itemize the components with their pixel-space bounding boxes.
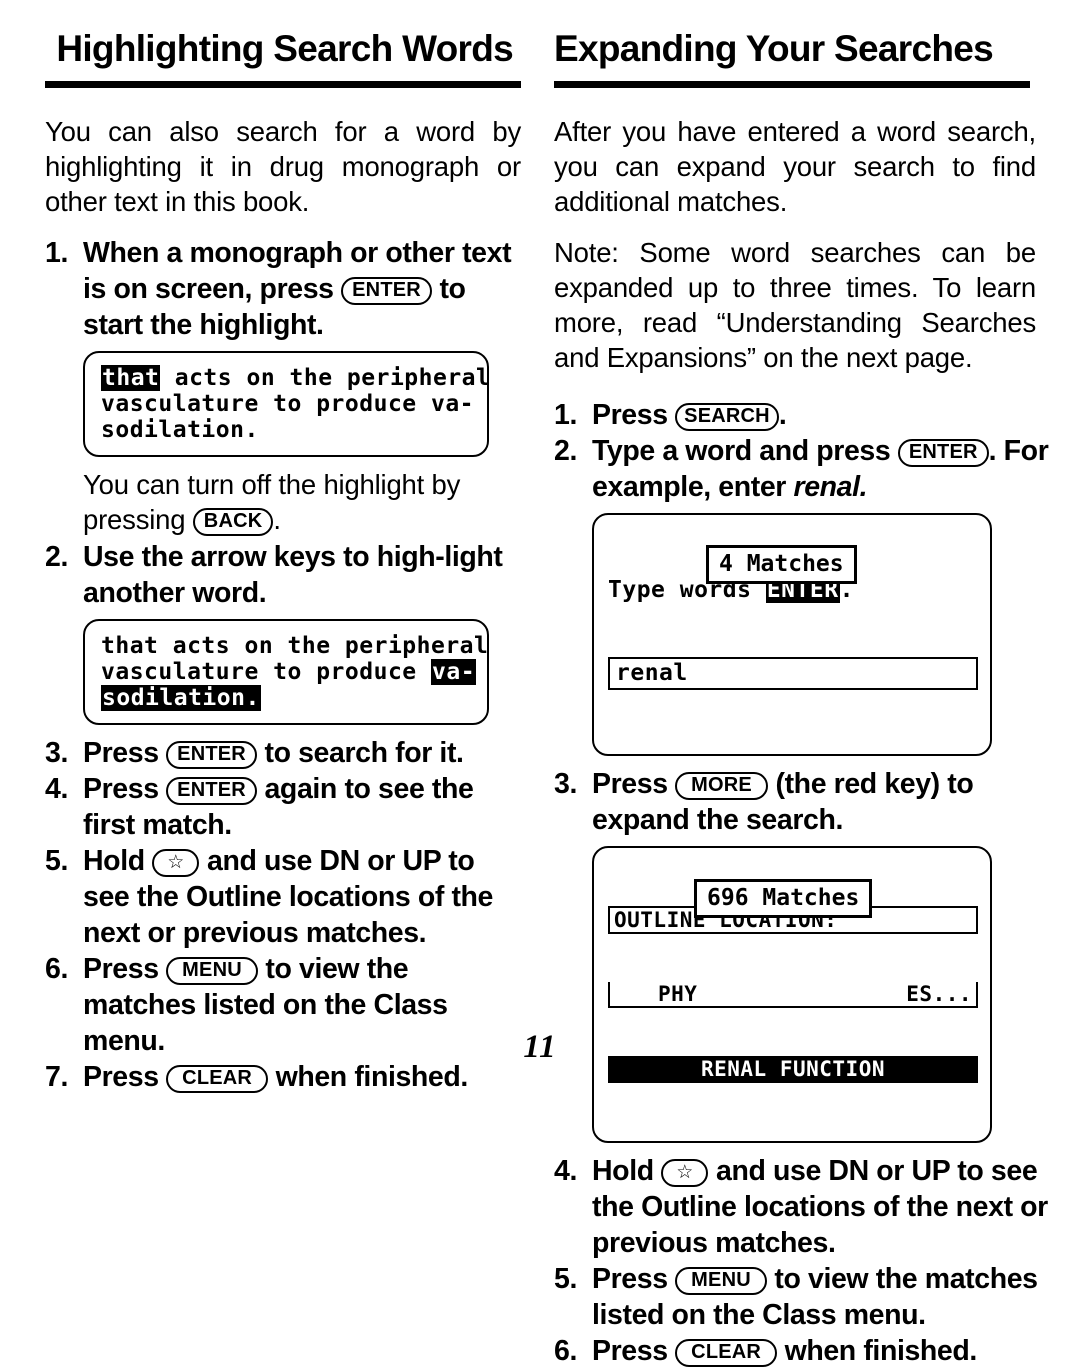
lcd-outline-row-1: PHY ES... <box>608 982 978 1008</box>
step-number: 5. <box>45 845 68 877</box>
step-number: 4. <box>554 1155 577 1187</box>
step-text-fragment: Type a word and press <box>592 435 898 467</box>
lcd-line-2-plain: vasculature to produce <box>101 659 431 685</box>
title-rule-right <box>554 81 1030 88</box>
step-text-fragment: Press <box>592 1335 676 1367</box>
note-text-after: . <box>273 504 281 535</box>
steps-list-left: 1. When a monograph or other text is on … <box>45 235 517 1095</box>
page-title-right: Expanding Your Searches <box>554 28 994 69</box>
step-text: Use the arrow keys to high-light another… <box>83 541 503 609</box>
step-item: 1. Press SEARCH. <box>554 397 1052 433</box>
star-key-icon[interactable]: ☆ <box>661 1159 709 1187</box>
example-word: renal. <box>793 471 868 503</box>
key-more[interactable]: MORE <box>675 772 768 800</box>
step-text-fragment: Press <box>592 399 676 431</box>
step-text: Hold ☆ and use DN or UP to see the Outli… <box>592 1153 1052 1261</box>
lcd-outline-row-1-left: PHY <box>658 982 698 1006</box>
key-menu[interactable]: MENU <box>675 1267 767 1295</box>
lcd-highlighted-fragment: va- <box>431 659 477 685</box>
right-column: Expanding Your Searches After you have e… <box>522 28 1080 1369</box>
step-number: 3. <box>45 737 68 769</box>
key-enter[interactable]: ENTER <box>897 439 989 467</box>
step-text-fragment: . <box>778 399 787 431</box>
lcd-line-1: that acts on the peripheral <box>101 633 489 659</box>
note-paragraph-right: Note: Some word searches can be expanded… <box>554 237 1036 373</box>
step-number: 5. <box>554 1263 577 1295</box>
step-text: Type a word and press ENTER. For example… <box>592 433 1052 505</box>
intro-paragraph-left: You can also search for a word by highli… <box>45 116 521 217</box>
step-number: 1. <box>45 237 68 269</box>
step-number: 2. <box>554 435 577 467</box>
lcd-highlighted-word: sodilation. <box>101 685 261 711</box>
key-clear[interactable]: CLEAR <box>675 1339 778 1367</box>
step-text: Press CLEAR when finished. <box>592 1333 1052 1369</box>
step-text: Press SEARCH. <box>592 397 1052 433</box>
key-clear[interactable]: CLEAR <box>166 1065 269 1093</box>
lcd-screen-highlight-vasodilation: that acts on the peripheral vasculature … <box>83 619 489 725</box>
step-item: 3. Press MORE (the red key) to expand th… <box>554 766 1052 838</box>
key-enter[interactable]: ENTER <box>341 277 432 305</box>
step-text-fragment: Hold <box>83 845 153 877</box>
step-text: Press MORE (the red key) to expand the s… <box>592 766 1052 838</box>
lcd-content: that acts on the peripheral vasculature … <box>85 353 491 455</box>
step-item: 4. Press ENTER again to see the first ma… <box>45 771 517 843</box>
lcd-screen-type-words: Type words ENTER. renal 4 Matches <box>592 513 992 756</box>
step-text: Press ENTER to search for it. <box>83 735 517 771</box>
step-number: 2. <box>45 541 68 573</box>
step-number: 4. <box>45 773 68 805</box>
step-item: 3. Press ENTER to search for it. <box>45 735 517 771</box>
step-text-fragment: Press <box>83 773 167 805</box>
step-number: 6. <box>554 1335 577 1367</box>
key-enter[interactable]: ENTER <box>166 777 257 805</box>
step-item: 5. Hold ☆ and use DN or UP to see the Ou… <box>45 843 517 951</box>
lcd-line-2: vasculature to produce va- <box>101 391 475 417</box>
step-text-fragment: to search for it. <box>256 737 464 769</box>
key-search[interactable]: SEARCH <box>675 403 779 431</box>
step-text-fragment: Hold <box>592 1155 662 1187</box>
step-text-fragment: Press <box>592 768 676 800</box>
step-item: 1. When a monograph or other text is on … <box>45 235 517 343</box>
left-column: Highlighting Search Words You can also s… <box>0 28 522 1369</box>
star-key-icon[interactable]: ☆ <box>152 849 200 877</box>
step-text: Press ENTER again to see the first match… <box>83 771 517 843</box>
lcd-line-1: acts on the peripheral <box>160 365 491 391</box>
page-number: 11 <box>523 1029 557 1065</box>
step-text-fragment: Press <box>83 737 167 769</box>
step-text: Hold ☆ and use DN or UP to see the Outli… <box>83 843 517 951</box>
lcd-line-3: sodilation. <box>101 417 259 443</box>
lcd-screen-highlight-that: that acts on the peripheral vasculature … <box>83 351 491 457</box>
lcd-popup-matches: 4 Matches <box>706 545 857 584</box>
lcd-popup-matches: 696 Matches <box>694 879 873 918</box>
key-back[interactable]: BACK <box>192 508 274 536</box>
step-item: 2. Use the arrow keys to high-light anot… <box>45 539 517 611</box>
step-item: 4. Hold ☆ and use DN or UP to see the Ou… <box>554 1153 1052 1261</box>
page-title-left: Highlighting Search Words <box>56 28 513 69</box>
two-column-layout: Highlighting Search Words You can also s… <box>0 0 1080 1369</box>
step-text-fragment: Press <box>83 953 167 985</box>
lcd-search-value: renal <box>616 660 688 686</box>
key-enter[interactable]: ENTER <box>166 741 257 769</box>
lcd-content: that acts on the peripheral vasculature … <box>85 621 489 723</box>
step-text-fragment: when finished. <box>777 1335 978 1367</box>
step-item: 6. Press CLEAR when finished. <box>554 1333 1052 1369</box>
step-text-fragment: Press <box>592 1263 676 1295</box>
lcd-outline-row-1-right: ES... <box>906 982 972 1006</box>
step-text: Press MENU to view the matches listed on… <box>592 1261 1052 1333</box>
step-item: 5. Press MENU to view the matches listed… <box>554 1261 1052 1333</box>
step-item: 2. Type a word and press ENTER. For exam… <box>554 433 1052 505</box>
manual-page: Highlighting Search Words You can also s… <box>0 0 1080 1367</box>
key-menu[interactable]: MENU <box>166 957 258 985</box>
note-turn-off-highlight: You can turn off the highlight by pressi… <box>45 467 521 537</box>
lcd-highlighted-word: that <box>101 365 161 391</box>
step-text: When a monograph or other text is on scr… <box>83 235 517 343</box>
step-number: 3. <box>554 768 577 800</box>
lcd-search-field[interactable]: renal <box>608 657 978 690</box>
lcd-screen-outline-location: OUTLINE LOCATION: PHY ES... RENAL FUNCTIO… <box>592 846 992 1143</box>
steps-list-right: 1. Press SEARCH. 2. Type a word and pres… <box>554 397 1052 1369</box>
intro-paragraph-right: After you have entered a word search, yo… <box>554 116 1036 217</box>
title-rule-left <box>45 81 521 88</box>
step-number: 1. <box>554 399 577 431</box>
